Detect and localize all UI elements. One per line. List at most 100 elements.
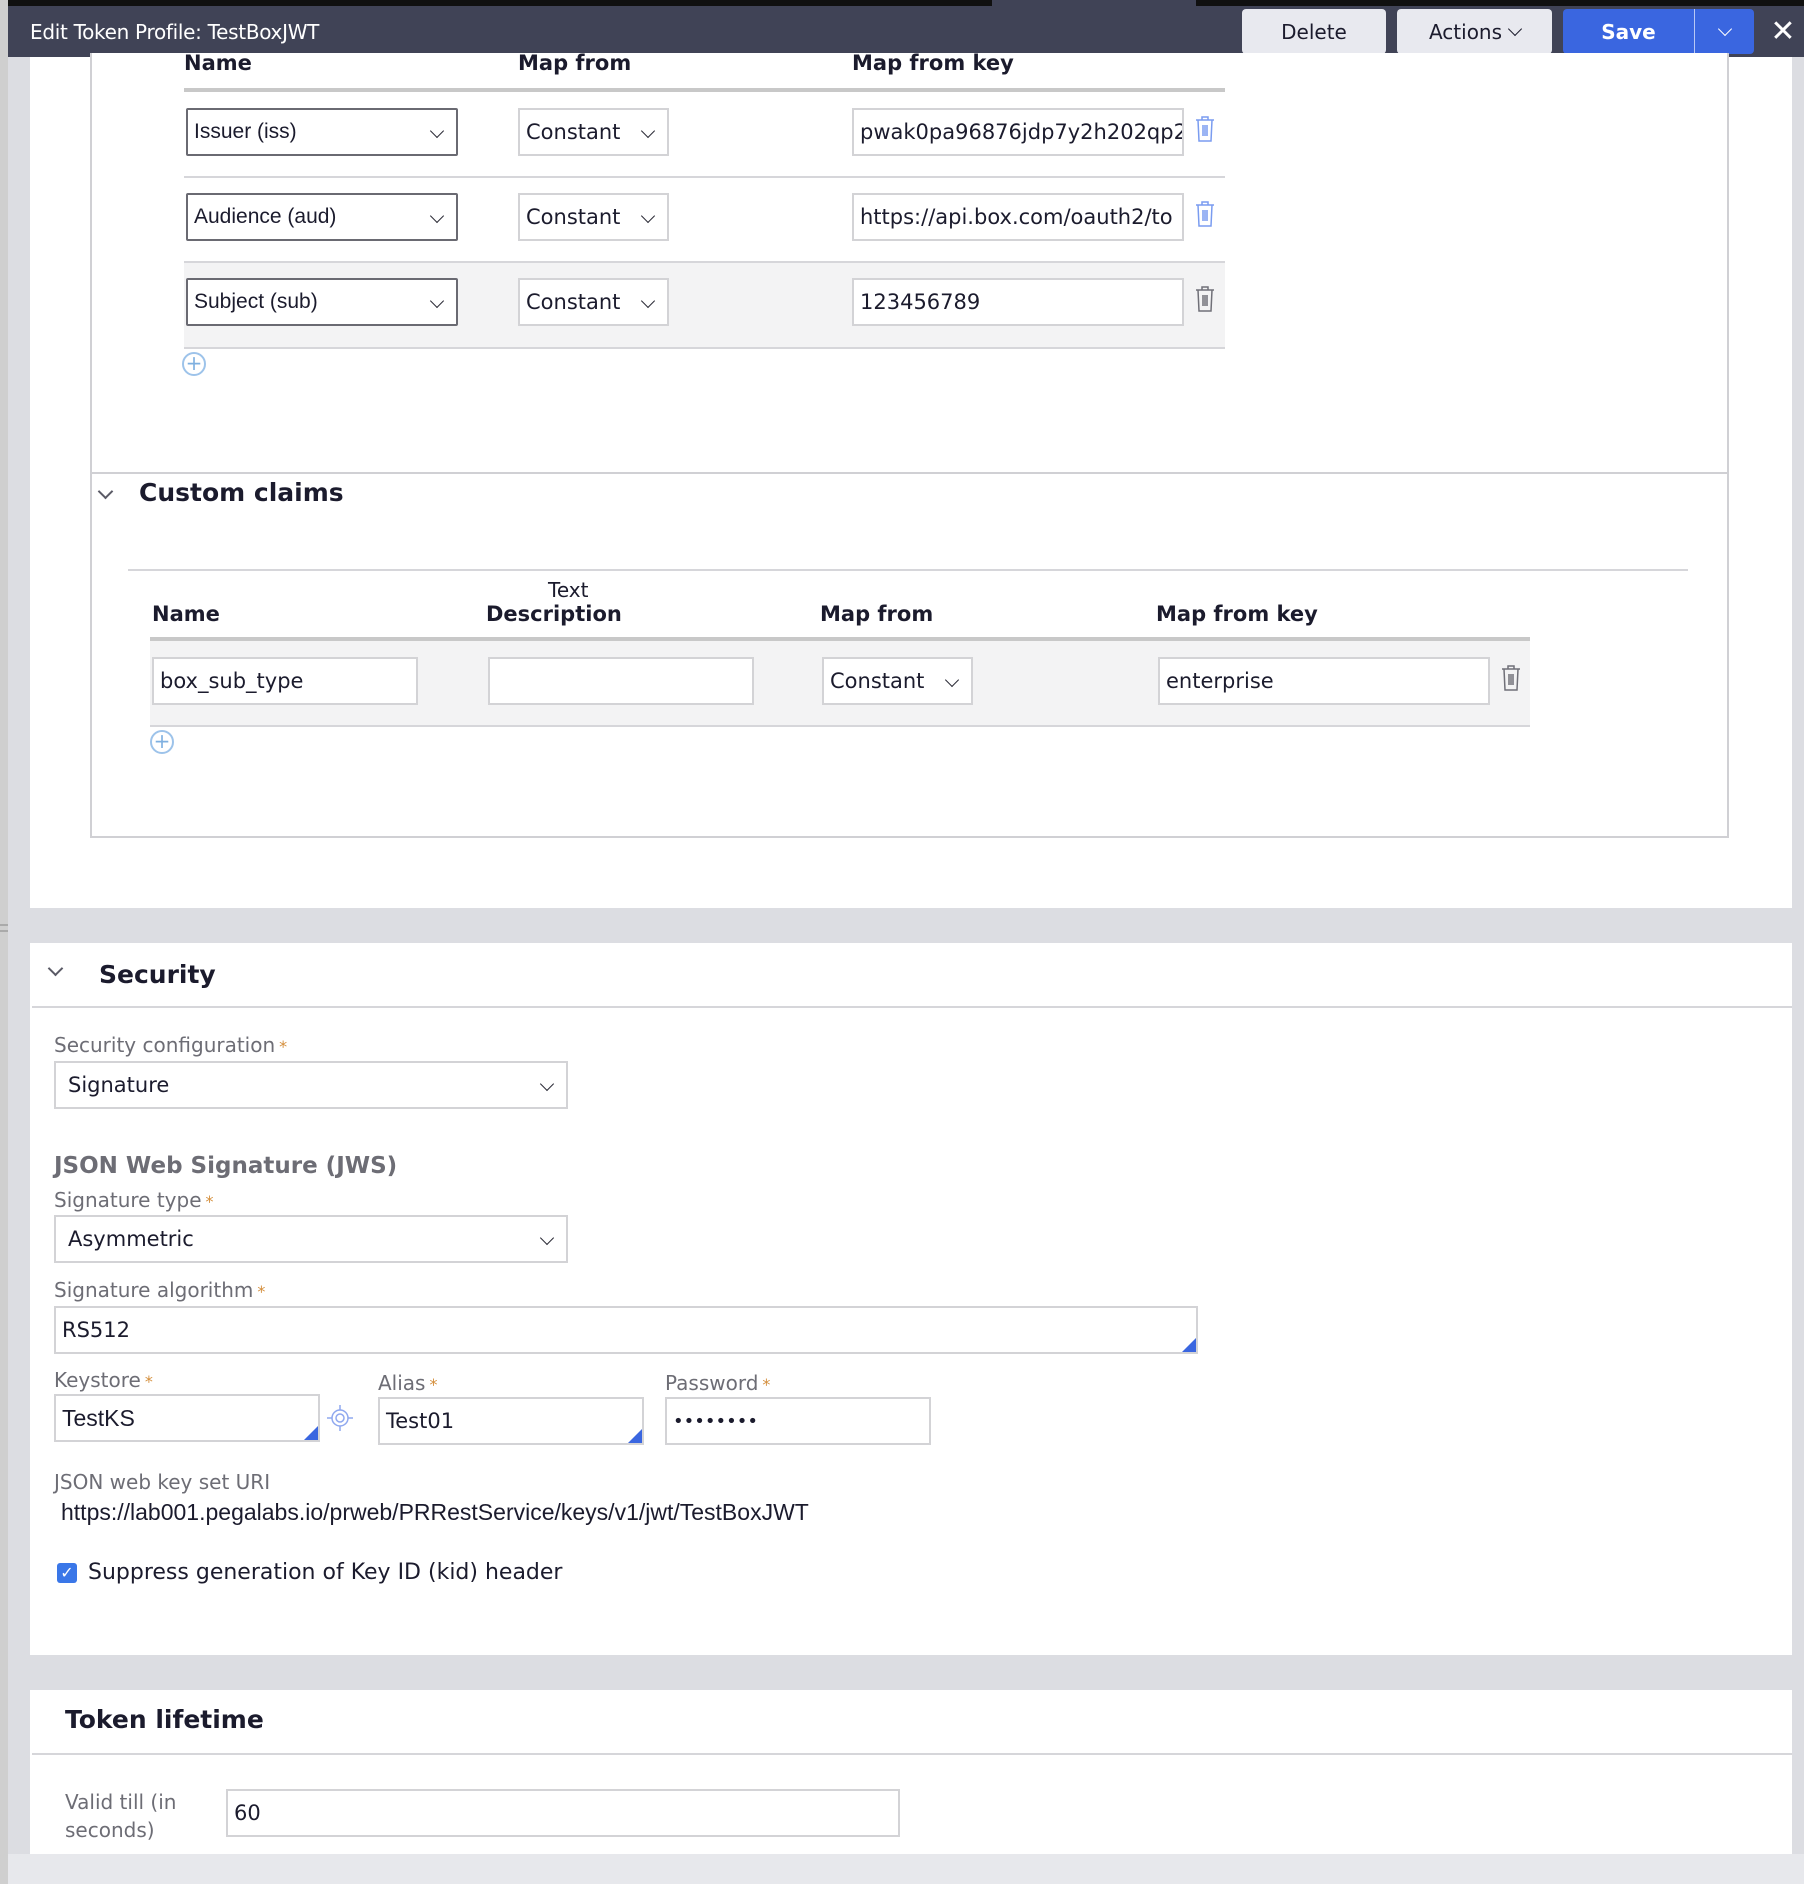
password-label: Password * xyxy=(665,1371,770,1395)
autocomplete-corner-icon xyxy=(304,1426,318,1440)
map-from-value: Constant xyxy=(830,669,925,693)
chevron-down-icon xyxy=(640,293,656,309)
keystore-input[interactable]: TestKS xyxy=(54,1394,320,1442)
token-lifetime-title: Token lifetime xyxy=(65,1705,264,1734)
section-divider xyxy=(128,569,1688,571)
map-from-select[interactable]: Constant xyxy=(822,657,973,705)
input-value: •••••••• xyxy=(673,1410,758,1432)
section-divider xyxy=(32,1006,1792,1008)
token-lifetime-section: Token lifetime Valid till (in seconds) 6… xyxy=(30,1690,1792,1854)
save-label: Save xyxy=(1601,19,1656,44)
label-text: Password xyxy=(665,1371,759,1395)
chevron-down-icon xyxy=(640,208,656,224)
trash-icon[interactable] xyxy=(1500,664,1522,692)
column-header-map-from: Map from xyxy=(820,602,934,626)
delete-label: Delete xyxy=(1281,19,1347,44)
column-header-name: Name xyxy=(152,602,220,626)
map-from-key-value: pwak0pa96876jdp7y2h202qp2 xyxy=(860,120,1184,144)
map-from-key-input[interactable]: https://api.box.com/oauth2/to xyxy=(852,193,1184,241)
close-icon: ✕ xyxy=(1770,14,1796,49)
map-from-key-input[interactable]: enterprise xyxy=(1158,657,1490,705)
input-value: Test01 xyxy=(386,1409,455,1433)
column-header-name: Name xyxy=(184,51,252,75)
delete-button[interactable]: Delete xyxy=(1242,9,1386,54)
signature-type-select[interactable]: Asymmetric xyxy=(54,1215,568,1263)
trash-icon[interactable] xyxy=(1194,285,1216,313)
input-value: 60 xyxy=(234,1801,261,1825)
required-icon: * xyxy=(257,1282,266,1301)
custom-claim-description-input[interactable] xyxy=(488,657,754,705)
label-text: Signature algorithm xyxy=(54,1278,254,1302)
map-from-key-input[interactable]: 123456789 xyxy=(852,278,1184,326)
modal-header: Edit Token Profile: TestBoxJWT Delete Ac… xyxy=(8,6,1804,57)
table-row: Subject (sub) Constant 123456789 xyxy=(184,263,1225,347)
security-title: Security xyxy=(99,960,216,989)
chevron-down-icon[interactable] xyxy=(97,483,114,500)
close-button[interactable]: ✕ xyxy=(1768,9,1798,54)
label-text: Signature type xyxy=(54,1188,202,1212)
required-icon: * xyxy=(429,1375,438,1394)
required-icon: * xyxy=(144,1372,153,1391)
actions-button[interactable]: Actions xyxy=(1397,9,1552,54)
table-row: box_sub_type Constant enterprise xyxy=(150,641,1530,725)
claim-name-select[interactable]: Issuer (iss) xyxy=(186,108,458,156)
valid-till-input[interactable]: 60 xyxy=(226,1789,900,1837)
valid-till-label: Valid till (in seconds) xyxy=(65,1788,176,1844)
password-input[interactable]: •••••••• xyxy=(665,1397,931,1445)
left-splitter[interactable] xyxy=(0,0,8,1884)
claims-card: Name Map from Map from key Issuer (iss) … xyxy=(30,51,1792,908)
add-row-plus-icon[interactable]: + xyxy=(182,352,206,376)
claim-name-value: Issuer (iss) xyxy=(194,120,297,143)
select-value: Signature xyxy=(68,1073,170,1097)
suppress-kid-label: Suppress generation of Key ID (kid) head… xyxy=(88,1560,563,1585)
save-menu-button[interactable] xyxy=(1694,9,1754,54)
claim-name-select[interactable]: Subject (sub) xyxy=(186,278,458,326)
suppress-kid-checkbox[interactable]: ✓ xyxy=(57,1563,77,1583)
autocomplete-corner-icon xyxy=(1182,1338,1196,1352)
keystore-label: Keystore * xyxy=(54,1368,153,1392)
map-from-value: Constant xyxy=(526,120,621,144)
map-from-key-value: https://api.box.com/oauth2/to xyxy=(860,205,1173,229)
splitter-grip-icon[interactable] xyxy=(0,924,8,932)
custom-claim-name-value: box_sub_type xyxy=(160,669,304,693)
registered-claims-section: Name Map from Map from key Issuer (iss) … xyxy=(90,51,1729,517)
map-from-select[interactable]: Constant xyxy=(518,193,669,241)
row-divider xyxy=(184,176,1225,178)
jwks-uri-value: https://lab001.pegalabs.io/prweb/PRRestS… xyxy=(61,1499,809,1525)
add-row-plus-icon[interactable]: + xyxy=(150,730,174,754)
row-divider xyxy=(184,347,1225,349)
required-icon: * xyxy=(762,1375,771,1394)
label-text: Security configuration xyxy=(54,1033,276,1057)
trash-icon[interactable] xyxy=(1194,200,1216,228)
signature-algorithm-input[interactable]: RS512 xyxy=(54,1306,1198,1354)
chevron-down-icon xyxy=(1717,21,1732,36)
claim-name-value: Subject (sub) xyxy=(194,290,318,313)
column-header-text: Text xyxy=(548,578,589,602)
column-header-map-from: Map from xyxy=(518,51,632,75)
map-from-select[interactable]: Constant xyxy=(518,278,669,326)
security-configuration-label: Security configuration * xyxy=(54,1033,287,1057)
target-icon[interactable] xyxy=(326,1404,354,1432)
security-configuration-select[interactable]: Signature xyxy=(54,1061,568,1109)
chevron-down-icon xyxy=(539,1230,555,1246)
table-header-rule xyxy=(184,88,1225,92)
chevron-down-icon xyxy=(944,672,960,688)
save-button[interactable]: Save xyxy=(1563,9,1694,54)
security-section: Security Security configuration * Signatu… xyxy=(30,943,1792,1655)
trash-icon[interactable] xyxy=(1194,115,1216,143)
signature-algorithm-label: Signature algorithm * xyxy=(54,1278,265,1302)
jws-heading: JSON Web Signature (JWS) xyxy=(54,1153,398,1179)
map-from-select[interactable]: Constant xyxy=(518,108,669,156)
custom-claims-title: Custom claims xyxy=(139,478,344,507)
custom-claim-name-input[interactable]: box_sub_type xyxy=(152,657,418,705)
alias-input[interactable]: Test01 xyxy=(378,1397,644,1445)
chevron-down-icon xyxy=(640,123,656,139)
map-from-key-input[interactable]: pwak0pa96876jdp7y2h202qp2 xyxy=(852,108,1184,156)
chevron-down-icon[interactable] xyxy=(47,960,64,977)
claim-name-select[interactable]: Audience (aud) xyxy=(186,193,458,241)
page-title: Edit Token Profile: TestBoxJWT xyxy=(30,20,320,44)
chevron-down-icon xyxy=(539,1076,555,1092)
map-from-key-value: 123456789 xyxy=(860,290,981,314)
chevron-down-icon xyxy=(429,123,445,139)
chevron-down-icon xyxy=(1507,21,1523,36)
